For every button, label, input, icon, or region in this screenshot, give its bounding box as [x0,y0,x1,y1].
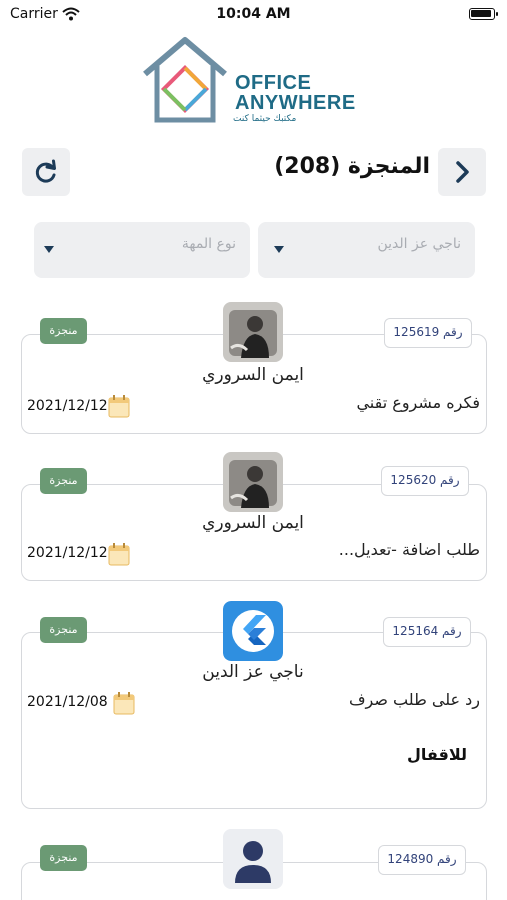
task-type-dropdown[interactable]: نوع المهة [34,222,250,278]
app-logo: OFFICE ANYWHERE مكتبك حيثما كنت [140,36,380,126]
avatar [223,829,283,889]
calendar-icon [108,542,130,566]
battery-icon [469,8,498,20]
status-badge: منجزة [40,468,87,494]
task-number-badge: رقم 125164 [383,617,471,647]
status-badge: منجزة [40,318,87,344]
task-owner-name: ايمن السروري [202,513,304,533]
avatar [223,601,283,661]
house-logo-icon [143,37,227,123]
user-dropdown[interactable]: ناجي عز الدين [258,222,475,278]
user-placeholder-icon [235,841,271,883]
chevron-right-icon [456,161,469,183]
task-date: 2021/12/12 [27,398,108,414]
task-number-badge: رقم 125620 [381,466,469,496]
calendar-icon [113,691,135,715]
calendar-icon [108,394,130,418]
task-owner-name: ايمن السروري [202,365,304,385]
clock: 10:04 AM [216,6,291,22]
task-title: طلب اضافة -تعديل... [338,540,480,559]
status-badge: منجزة [40,845,87,871]
avatar [223,452,283,512]
task-number-badge: رقم 124890 [378,845,466,875]
refresh-button[interactable] [22,148,70,196]
caret-down-icon [44,246,54,253]
task-type-placeholder: نوع المهة [181,236,236,252]
task-date: 2021/12/08 [27,694,108,710]
task-date: 2021/12/12 [27,545,108,561]
task-number-badge: رقم 125619 [384,318,472,348]
avatar [223,302,283,362]
task-note: للاقفال [406,745,467,764]
page-title: المنجزة (208) [274,154,430,179]
refresh-icon [35,159,56,183]
status-bar: Carrier 10:04 AM [0,0,507,30]
status-badge: منجزة [40,617,87,643]
caret-down-icon [274,246,284,253]
logo-text-anywhere: ANYWHERE [235,92,356,114]
logo-tagline: مكتبك حيثما كنت [233,114,297,124]
task-title: فكره مشروع تقني [356,393,480,412]
task-title: رد على طلب صرف [348,690,480,709]
back-button[interactable] [438,148,486,196]
task-owner-name: ناجي عز الدين [202,662,304,682]
user-placeholder: ناجي عز الدين [377,236,461,252]
